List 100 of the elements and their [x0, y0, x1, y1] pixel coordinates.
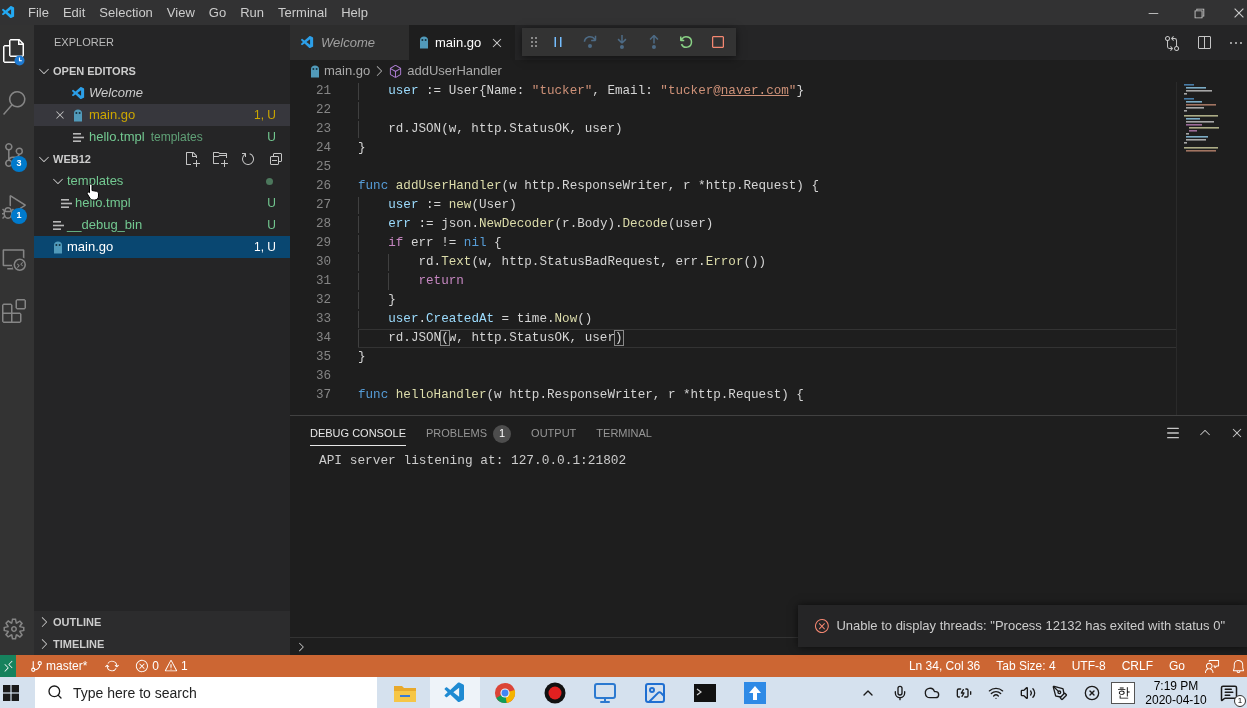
editor-app-icon [443, 680, 467, 705]
extensions-icon[interactable] [2, 299, 26, 323]
code-line: func helloHandler(w http.ResponseWriter, r *http.Request) { [358, 387, 804, 405]
breadcrumb-item[interactable]: addUserHandler [407, 61, 502, 81]
editor-tab[interactable]: main.go [408, 25, 516, 60]
code-line: err := json.NewDecoder(r.Body).Decode(user) [388, 216, 714, 234]
file-name[interactable]: main.go [67, 237, 114, 257]
warning-icon [164, 659, 179, 673]
upload-app-icon [744, 681, 766, 704]
new-file-icon[interactable] [184, 151, 200, 167]
list-icon[interactable] [1165, 425, 1181, 441]
line-number: 29 [314, 235, 331, 253]
editor-logo-icon [300, 35, 315, 50]
panel-tab[interactable]: OUTPUT [531, 422, 577, 446]
line-number: 26 [314, 178, 331, 196]
line-number: 30 [314, 254, 331, 272]
code-line: } [358, 140, 366, 158]
browser-app-icon [494, 681, 516, 704]
panel-tab[interactable]: DEBUG CONSOLE [310, 422, 406, 446]
menu-item[interactable]: Go [201, 0, 234, 25]
collapse-all-icon[interactable] [268, 151, 284, 167]
clock-time: 7:19 PM [1153, 678, 1199, 693]
input-method-button[interactable]: 한 [1111, 681, 1135, 704]
circle-x-icon[interactable] [1084, 684, 1100, 701]
windows-logo-icon[interactable] [3, 684, 19, 701]
menu-item[interactable]: Edit [55, 0, 93, 25]
run-debug-icon[interactable] [2, 195, 26, 219]
panel-tab[interactable]: TERMINAL [596, 422, 652, 446]
editor-logo-icon [70, 85, 86, 101]
sync-icon[interactable] [105, 659, 120, 673]
pen-icon[interactable] [1052, 684, 1068, 701]
line-number: 23 [314, 121, 331, 139]
file-name[interactable]: __debug_bin [67, 215, 143, 235]
editor-tab[interactable]: Welcome [290, 25, 409, 60]
file-name[interactable]: hello.tmpl [89, 127, 145, 147]
warnings-button[interactable]: 1 [164, 657, 188, 675]
folder-name[interactable]: templates [67, 171, 124, 191]
status-item[interactable]: Ln 34, Col 36 [900, 657, 989, 675]
menu-item[interactable]: View [159, 0, 202, 25]
line-number: 35 [314, 349, 331, 367]
files-icon[interactable] [2, 39, 26, 63]
code-link[interactable]: naver.com [720, 84, 789, 99]
split-editor-icon[interactable] [1196, 34, 1212, 51]
code-line: rd.Text(w, http.StatusBadRequest, err.Error()) [418, 254, 767, 272]
section-header[interactable]: WEB12 [34, 148, 184, 170]
settings-icon[interactable] [2, 617, 26, 641]
refresh-icon[interactable] [240, 151, 256, 167]
search-icon[interactable] [2, 91, 26, 115]
menu-item[interactable]: Help [334, 0, 375, 25]
code-line: func addUserHandler(w http.ResponseWriter, r *http.Request) { [358, 178, 820, 196]
monitor-app-icon [593, 680, 617, 705]
source-control-icon[interactable] [2, 143, 26, 167]
line-number: 34 [314, 330, 331, 348]
code-line: if err != nil { [388, 235, 502, 253]
terminal-app-icon [694, 683, 716, 702]
status-item[interactable]: UTF-8 [1063, 657, 1114, 675]
file-name[interactable]: main.go [89, 105, 136, 125]
restart-icon[interactable] [678, 34, 694, 50]
text-lines-icon [60, 198, 72, 208]
count-badge: 1 [11, 208, 27, 224]
menu-item[interactable]: Run [233, 0, 271, 25]
notifications-icon[interactable] [1219, 683, 1238, 702]
remote-explorer-icon[interactable] [2, 247, 26, 271]
section-header[interactable]: OUTLINE [34, 611, 290, 633]
status-item[interactable]: CRLF [1113, 657, 1161, 675]
section-header[interactable]: TIMELINE [34, 633, 290, 655]
feedback-icon[interactable] [1205, 658, 1220, 674]
menu-item[interactable]: Terminal [271, 0, 335, 25]
stop-icon[interactable] [710, 34, 726, 50]
panel-tab[interactable]: PROBLEMS 1 [425, 422, 512, 446]
speaker-icon[interactable] [1020, 684, 1036, 701]
status-item[interactable]: Tab Size: 4 [988, 657, 1064, 675]
search-field[interactable]: Type here to search [35, 677, 377, 708]
compare-changes-icon[interactable] [1164, 34, 1180, 51]
line-number: 27 [314, 197, 331, 215]
branch-button[interactable]: master* [26, 657, 92, 675]
new-folder-icon[interactable] [212, 151, 228, 167]
text-lines-icon [52, 220, 64, 230]
folder-app-icon [394, 683, 416, 702]
line-number: 28 [314, 216, 331, 234]
line-number: 25 [314, 159, 331, 177]
menu-item[interactable]: File [21, 0, 56, 25]
go-file-icon [73, 108, 83, 122]
line-number: 32 [314, 292, 331, 310]
go-file-icon [418, 36, 429, 49]
code-line: return [418, 273, 464, 291]
clock-date: 2020-04-10 [1145, 692, 1207, 707]
go-file-icon [310, 64, 320, 78]
microphone-icon[interactable] [892, 684, 908, 701]
error-icon [135, 659, 150, 673]
bell-icon[interactable] [1231, 658, 1246, 674]
file-name[interactable]: Welcome [89, 83, 143, 103]
breadcrumb-item[interactable]: main.go [324, 61, 371, 81]
section-header[interactable]: OPEN EDITORS [34, 60, 290, 82]
file-name[interactable]: hello.tmpl [75, 193, 131, 213]
menu-item[interactable]: Selection [92, 0, 160, 25]
sidebar-title: EXPLORER [54, 35, 114, 51]
status-item[interactable]: Go [1161, 657, 1193, 675]
errors-button[interactable]: 0 [135, 657, 160, 675]
remote-button[interactable] [0, 655, 16, 677]
